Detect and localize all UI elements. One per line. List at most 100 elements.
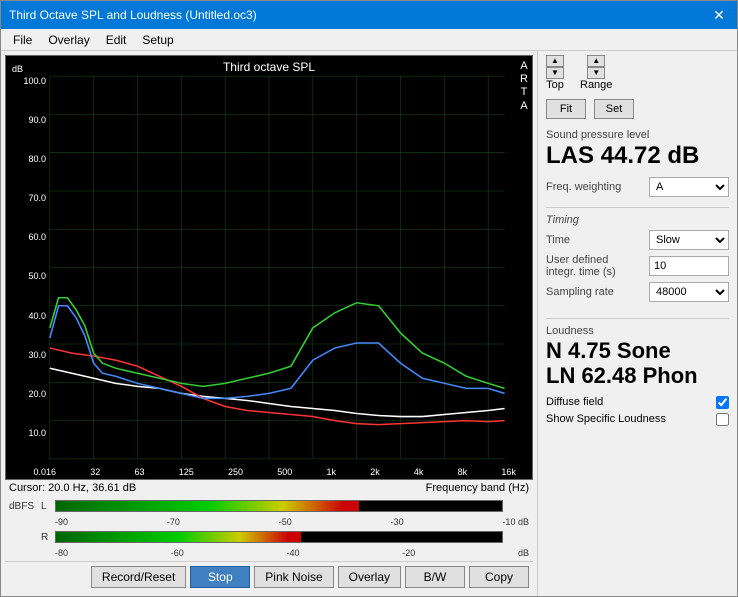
window-title: Third Octave SPL and Loudness (Untitled.… bbox=[9, 8, 257, 22]
top-up-button[interactable]: ▲ bbox=[546, 55, 564, 67]
chart-svg bbox=[6, 56, 532, 479]
tick-labels-R: -80 -60 -40 -20 dB bbox=[9, 547, 529, 559]
bw-button[interactable]: B/W bbox=[405, 566, 465, 588]
x-axis-labels: 16 32 63 125 250 500 1k 2k 4k 8k 16k bbox=[46, 467, 516, 477]
menu-edit[interactable]: Edit bbox=[98, 31, 135, 48]
diffuse-field-checkbox[interactable] bbox=[716, 396, 729, 409]
x-label-63: 63 bbox=[134, 467, 144, 477]
right-panel: ▲ ▼ Top ▲ ▼ Range Fit Set bbox=[537, 51, 737, 596]
level-bar-R bbox=[55, 531, 503, 543]
x-label-1k: 1k bbox=[326, 467, 336, 477]
overlay-button[interactable]: Overlay bbox=[338, 566, 401, 588]
range-down-button[interactable]: ▼ bbox=[587, 67, 605, 79]
time-label: Time bbox=[546, 234, 570, 246]
range-label: Range bbox=[580, 79, 612, 91]
divider-1 bbox=[546, 207, 729, 208]
freq-weighting-label: Freq. weighting bbox=[546, 181, 621, 193]
x-label-250: 250 bbox=[228, 467, 243, 477]
top-label: Top bbox=[546, 79, 564, 91]
x-label-16: 16 bbox=[46, 467, 56, 477]
tick-L-10: -10 dB bbox=[502, 517, 529, 527]
menu-bar: File Overlay Edit Setup bbox=[1, 29, 737, 51]
level-bar-R-row: R bbox=[9, 529, 529, 545]
diffuse-field-row: Diffuse field bbox=[546, 396, 729, 409]
top-spin-group: ▲ ▼ Top bbox=[546, 55, 564, 91]
timing-label: Timing bbox=[546, 214, 729, 226]
sampling-rate-select[interactable]: 48000 44100 96000 bbox=[649, 282, 729, 302]
x-label-125: 125 bbox=[179, 467, 194, 477]
user-defined-label: User defined integr. time (s) bbox=[546, 254, 636, 278]
R-label: R bbox=[41, 532, 55, 543]
menu-overlay[interactable]: Overlay bbox=[40, 31, 97, 48]
x-label-8k: 8k bbox=[458, 467, 468, 477]
level-bars-section: dBFS L -90 -70 -50 -30 -10 dB bbox=[5, 496, 533, 561]
range-up-button[interactable]: ▲ bbox=[587, 55, 605, 67]
tick-R-40: -40 bbox=[286, 548, 299, 558]
L-label: L bbox=[41, 501, 55, 512]
sampling-rate-label: Sampling rate bbox=[546, 286, 614, 298]
level-fill-L bbox=[56, 501, 359, 511]
dbfs-label: dBFS bbox=[9, 501, 41, 512]
main-content: Third octave SPL ARTA 100.0 90.0 80.0 70… bbox=[1, 51, 737, 596]
sampling-rate-row: Sampling rate 48000 44100 96000 bbox=[546, 282, 729, 302]
tick-L-90: -90 bbox=[55, 517, 68, 527]
tick-R-60: -60 bbox=[171, 548, 184, 558]
show-specific-checkbox[interactable] bbox=[716, 413, 729, 426]
tick-L-70: -70 bbox=[167, 517, 180, 527]
spl-section: Sound pressure level LAS 44.72 dB bbox=[546, 129, 729, 169]
yaxis-db-label: dB bbox=[12, 64, 23, 74]
loudness-label: Loudness bbox=[546, 325, 729, 337]
main-window: Third Octave SPL and Loudness (Untitled.… bbox=[0, 0, 738, 597]
show-specific-label: Show Specific Loudness bbox=[546, 413, 666, 425]
x-label-500: 500 bbox=[277, 467, 292, 477]
tick-R-db: dB bbox=[518, 548, 529, 558]
cursor-info: Cursor: 20.0 Hz, 36.61 dB bbox=[9, 482, 136, 494]
level-bar-L-row: dBFS L bbox=[9, 498, 529, 514]
tick-L-50: -50 bbox=[279, 517, 292, 527]
user-defined-row: User defined integr. time (s) bbox=[546, 254, 729, 278]
chart-area: Third octave SPL ARTA 100.0 90.0 80.0 70… bbox=[1, 51, 537, 596]
diffuse-field-label: Diffuse field bbox=[546, 396, 603, 408]
time-row: Time Slow Fast Impulse bbox=[546, 230, 729, 250]
time-select[interactable]: Slow Fast Impulse bbox=[649, 230, 729, 250]
x-label-2k: 2k bbox=[370, 467, 380, 477]
copy-button[interactable]: Copy bbox=[469, 566, 529, 588]
title-bar: Third Octave SPL and Loudness (Untitled.… bbox=[1, 1, 737, 29]
fit-button[interactable]: Fit bbox=[546, 99, 586, 119]
x-label-32: 32 bbox=[90, 467, 100, 477]
tick-labels-L: -90 -70 -50 -30 -10 dB bbox=[9, 516, 529, 528]
fit-set-buttons: Fit Set bbox=[546, 99, 729, 119]
range-spin-group: ▲ ▼ Range bbox=[580, 55, 612, 91]
chart-info-bar: Cursor: 20.0 Hz, 36.61 dB Frequency band… bbox=[5, 480, 533, 496]
close-button[interactable]: ✕ bbox=[709, 5, 729, 25]
freq-weighting-select[interactable]: A B C Z bbox=[649, 177, 729, 197]
freq-band-label: Frequency band (Hz) bbox=[426, 482, 529, 494]
freq-weighting-row: Freq. weighting A B C Z bbox=[546, 177, 729, 197]
top-controls: ▲ ▼ Top ▲ ▼ Range bbox=[546, 55, 729, 91]
show-specific-row: Show Specific Loudness bbox=[546, 413, 729, 426]
menu-setup[interactable]: Setup bbox=[134, 31, 181, 48]
top-spin-buttons: ▲ ▼ bbox=[546, 55, 564, 79]
x-label-4k: 4k bbox=[414, 467, 424, 477]
loudness-section: Loudness N 4.75 Sone LN 62.48 Phon bbox=[546, 325, 729, 387]
set-button[interactable]: Set bbox=[594, 99, 634, 119]
spl-value: LAS 44.72 dB bbox=[546, 143, 729, 169]
tick-R-80: -80 bbox=[55, 548, 68, 558]
buttons-row: Record/Reset Stop Pink Noise Overlay B/W… bbox=[5, 561, 533, 592]
level-fill-R bbox=[56, 532, 301, 542]
timing-section: Timing Time Slow Fast Impulse User defin… bbox=[546, 214, 729, 306]
stop-button[interactable]: Stop bbox=[190, 566, 250, 588]
top-down-button[interactable]: ▼ bbox=[546, 67, 564, 79]
level-bar-L bbox=[55, 500, 503, 512]
range-spin-buttons: ▲ ▼ bbox=[587, 55, 605, 79]
record-reset-button[interactable]: Record/Reset bbox=[91, 566, 186, 588]
menu-file[interactable]: File bbox=[5, 31, 40, 48]
pink-noise-button[interactable]: Pink Noise bbox=[254, 566, 333, 588]
x-label-16k: 16k bbox=[501, 467, 516, 477]
loudness-n-value: N 4.75 Sone bbox=[546, 339, 729, 363]
tick-R-20: -20 bbox=[402, 548, 415, 558]
spl-section-label: Sound pressure level bbox=[546, 129, 729, 141]
divider-2 bbox=[546, 318, 729, 319]
user-defined-input[interactable] bbox=[649, 256, 729, 276]
tick-L-30: -30 bbox=[391, 517, 404, 527]
